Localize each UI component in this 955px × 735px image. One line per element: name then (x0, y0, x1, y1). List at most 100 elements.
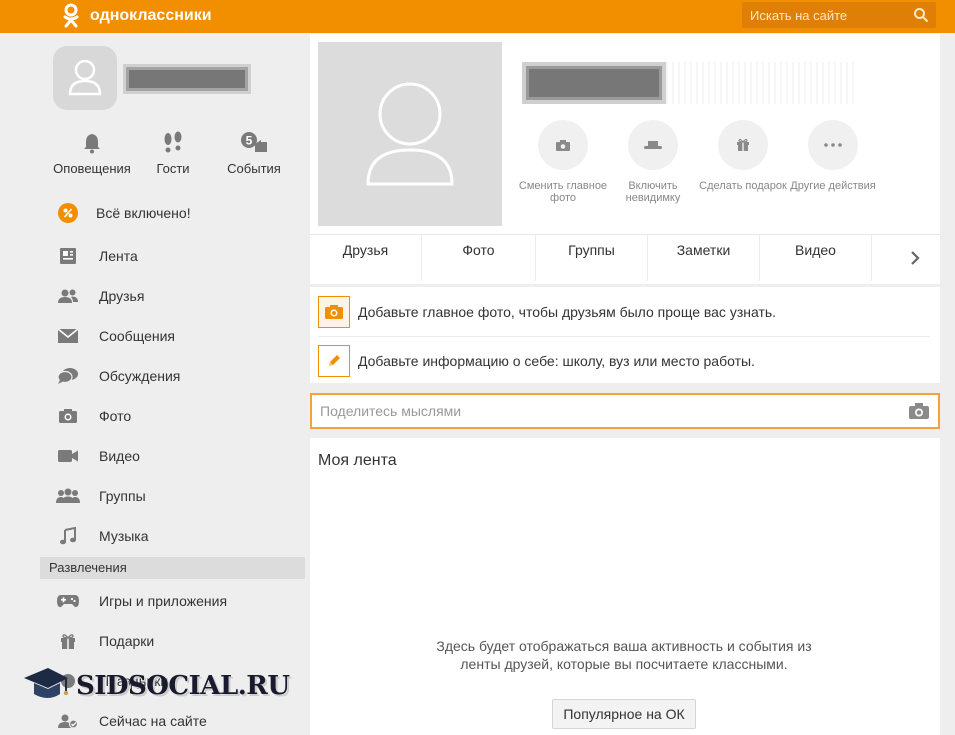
hint-add-photo[interactable]: Добавьте главное фото, чтобы друзьям был… (318, 296, 776, 328)
tab-video[interactable]: Видео (760, 235, 872, 281)
sidebar-item-discussions[interactable]: Обсуждения (56, 365, 180, 387)
sidebar-item-games[interactable]: Игры и приложения (56, 590, 227, 612)
camera-icon[interactable] (908, 402, 930, 420)
sidebar-item-label: Подарки (99, 633, 155, 649)
ok-logo-icon (63, 3, 79, 28)
notifications-link[interactable]: Оповещения (47, 130, 137, 176)
gift-icon (61, 634, 75, 649)
sidebar-item-feed[interactable]: Лента (56, 245, 138, 267)
events-label: События (227, 161, 281, 176)
feed-empty-message: Здесь будет отображаться ваша активность… (436, 638, 812, 672)
sidebar-item-video[interactable]: Видео (56, 445, 140, 467)
make-gift-action[interactable]: Сделать подарок (698, 120, 788, 192)
friends-icon (58, 289, 78, 303)
sidebar-item-label: Сообщения (99, 328, 175, 344)
camera-icon (325, 305, 343, 319)
hint-text: Добавьте главное фото, чтобы друзьям был… (358, 304, 777, 320)
logo[interactable]: одноклассники (62, 3, 212, 29)
online-users-icon (58, 714, 79, 729)
feed-panel: Моя лента Здесь будет отображаться ваша … (310, 438, 940, 735)
profile-panel: Сменить главное фото Включить невидимку … (310, 34, 940, 284)
sidebar-item-label: Лента (99, 248, 138, 264)
sidebar-item-label: Друзья (99, 288, 145, 304)
all-included-label: Всё включено! (96, 205, 191, 221)
groups-icon (56, 488, 80, 503)
hint-divider (318, 336, 930, 337)
graduation-cap-icon (24, 668, 69, 698)
sidebar-item-label: Фото (99, 408, 132, 424)
profile-tabs: Друзья Фото Группы Заметки Видео (310, 234, 940, 281)
profile-name-blur (666, 62, 856, 104)
chevron-right-icon (911, 251, 920, 265)
notifications-label: Оповещения (53, 161, 131, 176)
music-icon (60, 527, 76, 545)
all-included-link[interactable]: Всё включено! (58, 202, 191, 224)
profile-photo[interactable] (318, 42, 502, 226)
sidebar-item-label: Группы (99, 488, 146, 504)
search-input[interactable] (742, 2, 907, 28)
invisible-mode-action[interactable]: Включить невидимку (608, 120, 698, 204)
user-silhouette-icon (68, 59, 102, 96)
profile-name-redacted (522, 62, 666, 104)
sidebar-item-label: Обсуждения (99, 368, 181, 384)
sidebar-item-messages[interactable]: Сообщения (56, 325, 175, 347)
sidebar-item-music[interactable]: Музыка (56, 525, 149, 547)
popular-on-ok-button[interactable]: Популярное на ОК (552, 699, 696, 729)
sidebar-item-friends[interactable]: Друзья (56, 285, 144, 307)
tab-friends[interactable]: Друзья (310, 235, 422, 281)
change-photo-action[interactable]: Сменить главное фото (518, 120, 608, 204)
entertainment-section-header: Развлечения (40, 557, 305, 579)
action-label: Сменить главное фото (518, 180, 608, 204)
guests-label: Гости (156, 161, 190, 176)
sidebar-item-label: Видео (99, 448, 140, 464)
more-icon (824, 143, 842, 147)
share-thoughts-box[interactable] (310, 393, 940, 429)
sidebar-item-gifts[interactable]: Подарки (56, 630, 154, 652)
envelope-icon (57, 328, 79, 343)
events-icon: 5 (241, 132, 267, 152)
feed-icon (60, 248, 76, 264)
sidebar-item-label: Музыка (99, 528, 149, 544)
tabs-next-button[interactable] (890, 235, 940, 281)
profile-hints-panel: Добавьте главное фото, чтобы друзьям был… (310, 287, 940, 383)
brand-name: одноклассники (90, 7, 212, 24)
feed-title: Моя лента (318, 452, 397, 469)
events-badge: 5 (246, 134, 253, 148)
search-box[interactable] (742, 2, 936, 28)
hint-text: Добавьте информацию о себе: школу, вуз и… (358, 353, 755, 369)
user-avatar[interactable] (53, 46, 117, 110)
more-actions[interactable]: Другие действия (788, 120, 878, 192)
camera-icon (59, 409, 77, 423)
tab-photo[interactable]: Фото (422, 235, 536, 281)
percent-badge-icon (58, 203, 78, 223)
pencil-icon (329, 355, 340, 366)
tab-groups[interactable]: Группы (536, 235, 648, 281)
footprints-icon (164, 131, 182, 153)
sidebar-item-online-now[interactable]: Сейчас на сайте (56, 710, 207, 732)
action-label: Другие действия (790, 180, 876, 192)
gift-icon (737, 138, 749, 151)
guests-link[interactable]: Гости (128, 130, 218, 176)
bell-icon (84, 134, 100, 154)
sidebar-item-label: Игры и приложения (99, 593, 228, 609)
watermark: SIDSOCIAL.RU (22, 664, 290, 708)
hat-icon (644, 141, 662, 149)
hint-add-info[interactable]: Добавьте информацию о себе: школу, вуз и… (318, 345, 755, 377)
action-label: Включить невидимку (625, 180, 681, 204)
events-link[interactable]: 5 События (209, 130, 299, 176)
watermark-text: SIDSOCIAL.RU (76, 671, 290, 701)
sidebar-item-label: Сейчас на сайте (99, 713, 207, 729)
search-icon[interactable] (913, 7, 929, 23)
video-icon (58, 450, 78, 462)
camera-icon (556, 139, 570, 151)
top-bar: одноклассники (0, 0, 955, 33)
share-thoughts-input[interactable] (312, 395, 892, 427)
user-name-redacted[interactable] (123, 64, 251, 94)
user-silhouette-icon (366, 82, 454, 186)
sidebar-item-photo[interactable]: Фото (56, 405, 131, 427)
sidebar-item-groups[interactable]: Группы (56, 485, 146, 507)
action-label: Сделать подарок (699, 180, 787, 192)
gamepad-icon (57, 595, 79, 608)
tab-notes[interactable]: Заметки (648, 235, 760, 281)
discussions-icon (57, 368, 78, 384)
